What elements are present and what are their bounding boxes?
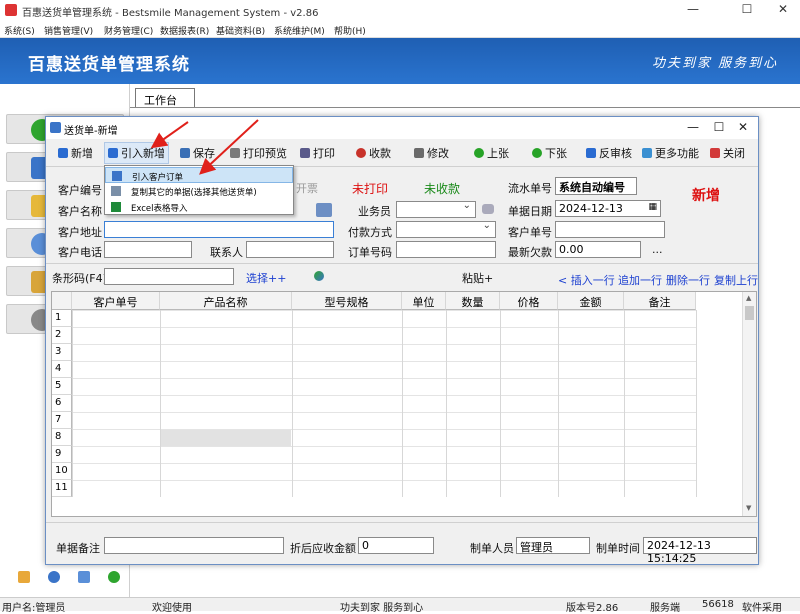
annotation-arrows bbox=[150, 119, 259, 175]
arrow-to-import-order bbox=[199, 119, 259, 175]
arrow-to-import-button bbox=[150, 121, 189, 149]
